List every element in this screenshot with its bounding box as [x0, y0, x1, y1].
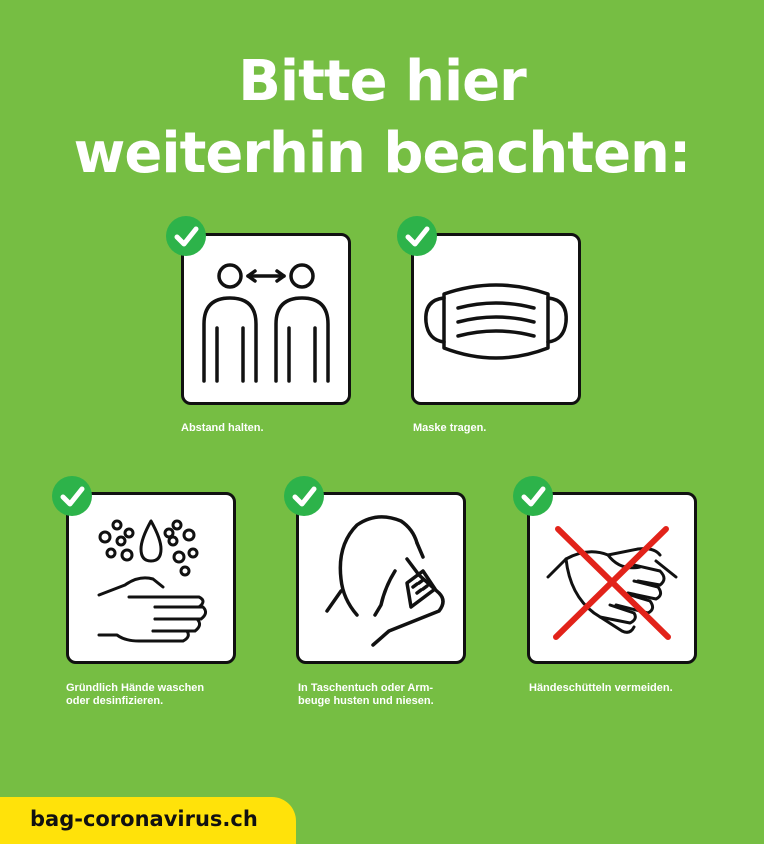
handwash-icon	[97, 519, 208, 643]
caption-cough: In Taschentuch oder Arm- beuge husten un…	[298, 682, 434, 707]
footer-url-badge: bag-coronavirus.ch	[0, 797, 296, 844]
distance-icon	[202, 263, 330, 383]
poster-title: Bitte hier weiterhin beachten:	[0, 46, 764, 190]
caption-no-handshake: Händeschütteln vermeiden.	[529, 682, 673, 694]
check-icon	[52, 476, 92, 516]
caption-mask: Maske tragen.	[413, 422, 487, 434]
check-icon	[513, 476, 553, 516]
caption-handwash: Gründlich Hände waschen oder desinfizier…	[66, 682, 205, 707]
card-no-handshake	[527, 492, 697, 664]
card-cough	[296, 492, 466, 664]
no-handshake-icon	[546, 526, 678, 640]
check-icon	[397, 216, 437, 256]
card-distance	[181, 233, 351, 405]
title-line-2: weiterhin beachten:	[73, 121, 692, 186]
mask-icon	[424, 283, 568, 360]
title-line-1: Bitte hier	[238, 49, 527, 114]
card-mask	[411, 233, 581, 405]
check-icon	[284, 476, 324, 516]
caption-distance: Abstand halten.	[181, 422, 264, 434]
card-handwash	[66, 492, 236, 664]
check-icon	[166, 216, 206, 256]
cough-elbow-icon	[325, 515, 445, 647]
footer-url-link[interactable]: bag-coronavirus.ch	[30, 807, 258, 831]
